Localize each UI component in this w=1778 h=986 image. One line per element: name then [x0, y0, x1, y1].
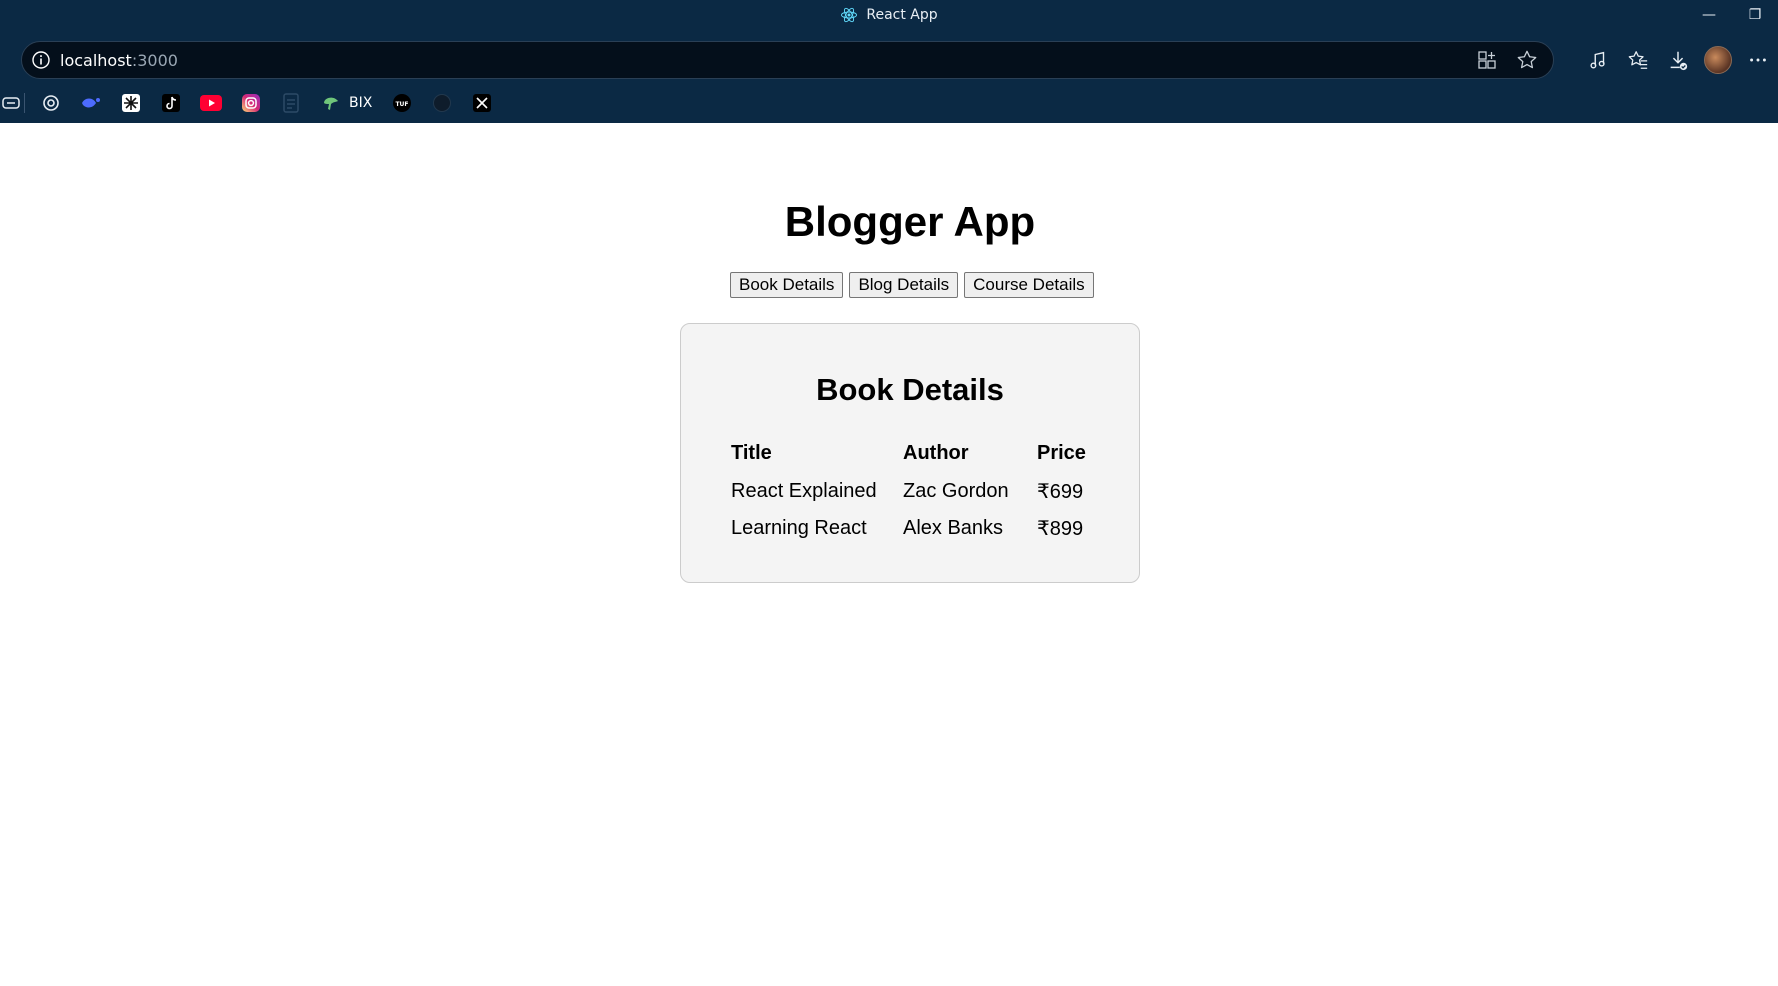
url-host: localhost: [60, 50, 132, 70]
bookmark-bix-label[interactable]: BIX: [349, 95, 372, 111]
book-price-cell: ₹899: [1037, 518, 1084, 540]
openai-icon[interactable]: [39, 91, 63, 115]
profile-avatar[interactable]: [1698, 41, 1738, 79]
browser-chrome: React App — ❐ localhost:3000 BIX TUF: [0, 0, 1778, 123]
browser-toolbar: [1578, 41, 1778, 79]
youtube-icon[interactable]: [199, 91, 223, 115]
restore-icon: ❐: [1748, 7, 1762, 23]
table-header-row: Title Author Price: [731, 442, 1097, 473]
book-author-cell: Zac Gordon: [903, 480, 1009, 502]
table-row: Learning React Alex Banks ₹899: [731, 510, 1097, 547]
tiktok-icon[interactable]: [159, 91, 183, 115]
nav-buttons: Book Details Blog Details Course Details: [730, 272, 1094, 298]
x-icon[interactable]: [470, 91, 494, 115]
course-details-button[interactable]: Course Details: [964, 272, 1094, 298]
book-details-heading: Book Details: [816, 372, 1004, 407]
minimize-button[interactable]: —: [1686, 0, 1732, 30]
read-aloud-icon[interactable]: [1578, 41, 1618, 79]
favorite-star-icon[interactable]: [1515, 48, 1539, 72]
book-title-cell: React Explained: [731, 480, 877, 502]
github-icon[interactable]: [430, 91, 454, 115]
app-available-icon[interactable]: [1475, 48, 1499, 72]
book-details-card: Book Details Title Author Price React Ex…: [680, 323, 1140, 583]
react-icon: [841, 7, 858, 23]
bookmarks-divider: [24, 93, 25, 113]
sidebar-icon[interactable]: [0, 91, 22, 115]
favorites-icon[interactable]: [1618, 41, 1658, 79]
app-title: Blogger App: [784, 198, 1036, 245]
address-bar[interactable]: localhost:3000: [21, 41, 1554, 79]
url-port: :3000: [131, 50, 178, 70]
blog-details-button[interactable]: Blog Details: [849, 272, 959, 298]
table-row: React Explained Zac Gordon ₹699: [731, 473, 1097, 510]
sheet-icon[interactable]: [279, 91, 303, 115]
tuf-icon[interactable]: TUF: [390, 91, 414, 115]
column-header-price: Price: [1037, 442, 1086, 464]
grid-app-icon[interactable]: [119, 91, 143, 115]
book-details-button[interactable]: Book Details: [730, 272, 844, 298]
restore-button[interactable]: ❐: [1732, 0, 1778, 30]
avatar: [1704, 46, 1732, 74]
svg-text:TUF: TUF: [396, 101, 409, 108]
settings-menu-icon[interactable]: [1738, 41, 1778, 79]
book-title-cell: Learning React: [731, 517, 867, 539]
deepseek-icon[interactable]: [79, 91, 103, 115]
page-content: Blogger App Book Details Blog Details Co…: [0, 123, 1778, 986]
site-info-icon[interactable]: [31, 50, 51, 70]
book-table: Title Author Price React Explained Zac G…: [731, 442, 1097, 547]
book-price-cell: ₹699: [1037, 481, 1084, 503]
column-header-author: Author: [903, 442, 969, 464]
instagram-icon[interactable]: [239, 91, 263, 115]
window-controls: — ❐: [1686, 0, 1778, 30]
title-bar: React App: [0, 0, 1778, 30]
minimize-icon: —: [1702, 7, 1716, 23]
book-author-cell: Alex Banks: [903, 517, 1004, 539]
downloads-icon[interactable]: [1658, 41, 1698, 79]
bix-icon[interactable]: [319, 91, 343, 115]
bookmarks-bar: BIX TUF: [0, 90, 510, 116]
tab-title: React App: [866, 7, 938, 23]
column-header-title: Title: [731, 442, 772, 464]
address-bar-actions: [1475, 42, 1539, 78]
